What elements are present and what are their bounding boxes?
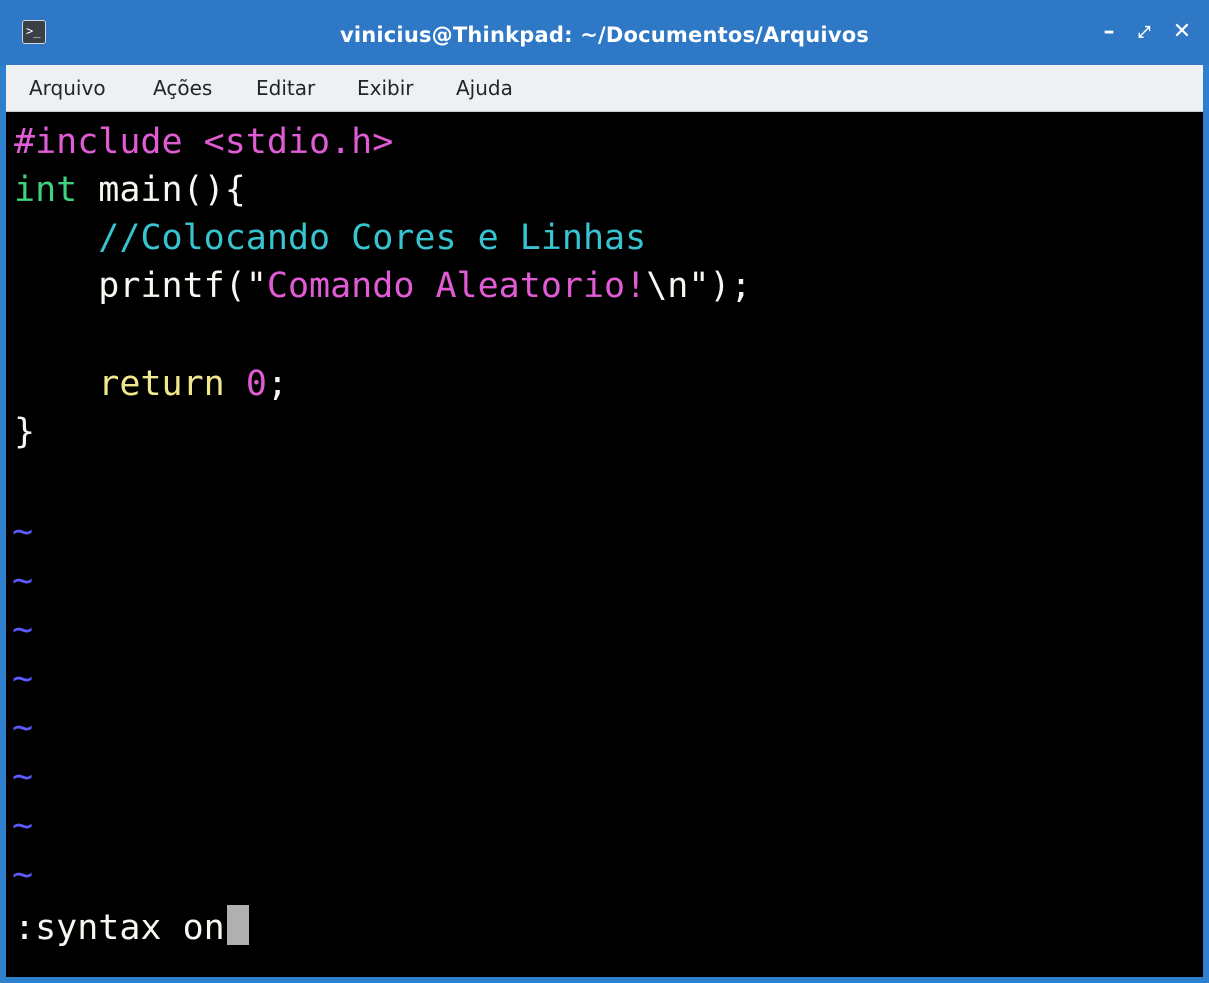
maximize-icon[interactable]: ⤢ [1130,18,1158,46]
menu-item-arquivo[interactable]: Arquivo [29,65,106,111]
closing-brace: } [14,412,36,452]
code-line-1: #include <stdio.h> [14,118,393,166]
string-quote-close: " [688,266,710,306]
menu-item-acoes[interactable]: Ações [153,65,212,111]
string-literal: Comando Aleatorio! [266,266,647,306]
menu-item-exibir[interactable]: Exibir [357,65,414,111]
vim-command-line[interactable]: :syntax on [14,904,249,952]
string-quote-open: " [245,266,267,306]
number-literal: 0 [245,364,267,404]
code-line-4: printf("Comando Aleatorio!\n"); [14,262,752,310]
close-icon[interactable]: ✕ [1168,18,1196,46]
code-line-2: int main(){ [14,166,246,214]
empty-line-marker: ~ [12,757,34,797]
terminal-area[interactable]: #include <stdio.h> int main(){ //Colocan… [6,112,1203,977]
printf-call: printf( [98,266,246,306]
statement-end: ); [709,266,752,306]
menu-bar: Arquivo Ações Editar Exibir Ajuda [6,65,1203,112]
terminal-window: >_ vinicius@Thinkpad: ~/Documentos/Arqui… [0,0,1209,983]
preprocessor-directive: #include [14,122,204,162]
code-line-6: return 0; [14,360,288,408]
code-line-3: //Colocando Cores e Linhas [14,214,646,262]
empty-line-marker: ~ [12,561,34,601]
empty-line-marker: ~ [12,659,34,699]
include-header: <stdio.h> [203,122,394,162]
code-comment: //Colocando Cores e Linhas [98,218,647,258]
empty-line-marker: ~ [12,512,34,552]
command-text: :syntax on [14,908,225,948]
window-title: vinicius@Thinkpad: ~/Documentos/Arquivos [339,23,870,47]
text-cursor [226,905,249,945]
return-keyword: return [98,364,225,404]
empty-line-marker: ~ [12,708,34,748]
empty-line-marker: ~ [12,610,34,650]
menu-item-editar[interactable]: Editar [256,65,315,111]
function-signature: main(){ [77,170,246,210]
title-bar[interactable]: >_ vinicius@Thinkpad: ~/Documentos/Arqui… [0,0,1209,65]
minimize-icon[interactable]: – [1095,18,1123,46]
menu-item-ajuda[interactable]: Ajuda [456,65,513,111]
empty-line-marker: ~ [12,806,34,846]
type-keyword: int [14,170,78,210]
semicolon: ; [266,364,288,404]
code-line-7: } [14,408,35,456]
escape-sequence: \n [646,266,689,306]
empty-line-marker: ~ [12,855,34,895]
